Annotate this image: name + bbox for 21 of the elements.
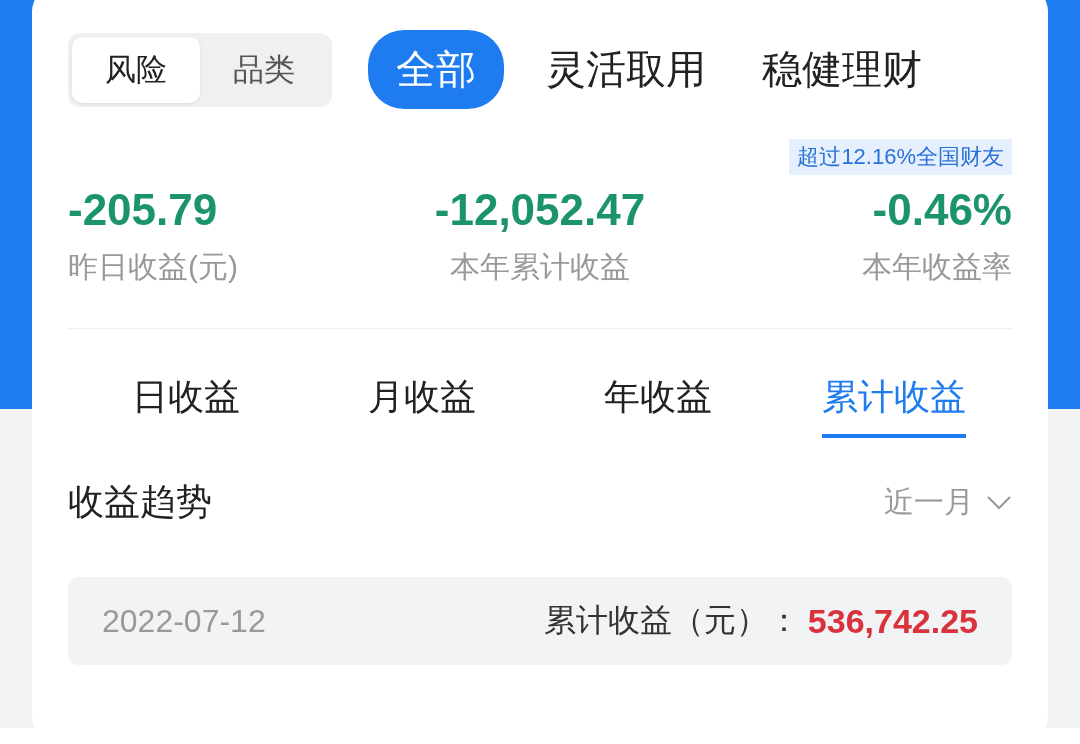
stat-label: 昨日收益(元) xyxy=(68,249,238,285)
category-tab[interactable]: 全部 xyxy=(368,30,504,109)
section-title: 收益趋势 xyxy=(68,480,212,524)
chevron-down-icon xyxy=(986,494,1012,511)
stat-value: -12,052.47 xyxy=(434,185,646,235)
stat-value: -0.46% xyxy=(872,185,1012,235)
segment-tab[interactable]: 风险 xyxy=(72,36,200,103)
category-tab[interactable]: 稳健理财 xyxy=(748,32,936,107)
value-label: 累计收益（元）： xyxy=(543,601,800,640)
period-tab[interactable]: 月收益 xyxy=(368,373,476,438)
segment-tab[interactable]: 品类 xyxy=(200,36,328,103)
period-tab[interactable]: 日收益 xyxy=(132,373,240,438)
stat-value: -205.79 xyxy=(68,185,218,235)
period-tab[interactable]: 累计收益 xyxy=(822,373,966,438)
category-tab[interactable]: 灵活取用 xyxy=(532,32,720,107)
stat-label: 本年收益率 xyxy=(862,249,1012,285)
period-tab[interactable]: 年收益 xyxy=(604,373,712,438)
value-text: 536,742.25 xyxy=(807,601,978,641)
rank-badge: 超过12.16%全国财友 xyxy=(789,139,1012,175)
date-text: 2022-07-12 xyxy=(102,602,266,640)
stat-label: 本年累计收益 xyxy=(450,249,630,285)
